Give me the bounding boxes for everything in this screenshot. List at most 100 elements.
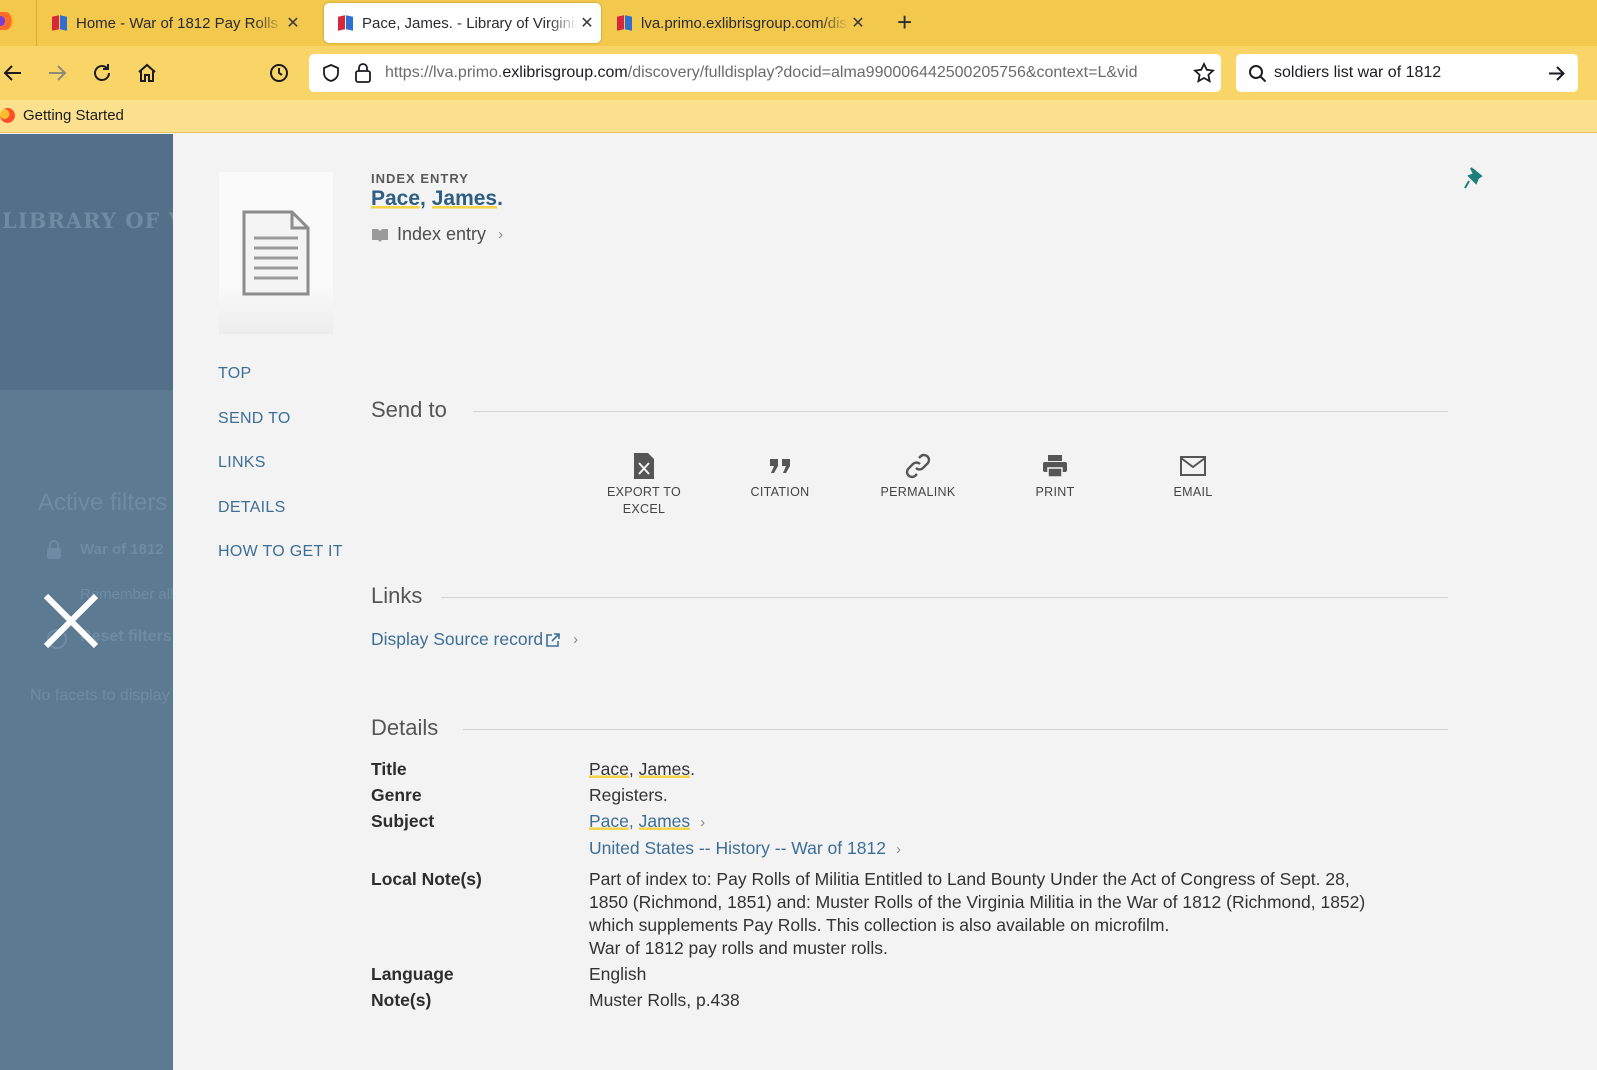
url-path: /discovery/fulldisplay?docid=alma9900064… [627, 64, 1138, 81]
detail-label: Local Note(s) [371, 869, 482, 889]
chevron-right-icon: › [895, 841, 901, 858]
nav-links[interactable]: LINKS [218, 454, 343, 499]
tab-separator [36, 0, 37, 46]
new-tab-button[interactable]: + [897, 8, 912, 36]
url-text[interactable]: https://lva.primo.exlibrisgroup.com/disc… [385, 64, 1180, 82]
bookmark-star-icon[interactable] [1193, 62, 1215, 84]
reload-icon [94, 64, 110, 81]
detail-row-local-notes: Local Note(s) Part of index to: Pay Roll… [371, 868, 1471, 960]
permalink-button[interactable]: PERMALINK [858, 452, 978, 501]
home-icon [138, 63, 156, 82]
resource-type[interactable]: Index entry › [371, 224, 503, 245]
tab-war-of-1812-home[interactable]: Home - War of 1812 Pay Rolls and Muster … [38, 0, 302, 46]
title-last-name: Pace [589, 811, 629, 831]
tab-label: Pace, James. - Library of Virginia [362, 14, 578, 32]
local-note: War of 1812 pay rolls and muster rolls. [589, 938, 888, 958]
close-icon[interactable] [40, 590, 102, 652]
active-filters-heading: Active filters [38, 489, 168, 516]
detail-label: Language [371, 964, 454, 984]
detail-value-language: English [589, 964, 647, 984]
divider [473, 411, 1448, 412]
citation-button[interactable]: CITATION [720, 452, 840, 501]
nav-top[interactable]: TOP [218, 365, 343, 410]
link-icon [905, 453, 931, 479]
pin-icon[interactable] [1463, 166, 1485, 190]
page-overlay[interactable]: LIBRARY OF VIRGINIA Active filters War o… [0, 134, 173, 1070]
lock-icon [47, 540, 61, 559]
title-first-name: James [638, 811, 691, 831]
email-label: EMAIL [1173, 485, 1213, 499]
record-title[interactable]: Pace, James. [371, 187, 503, 211]
permalink-label: PERMALINK [880, 485, 956, 499]
detail-label: Genre [371, 785, 422, 805]
detail-value-subject: Pace, James › United States -- History --… [589, 810, 901, 861]
arrow-right-icon [49, 65, 67, 81]
library-favicon-icon [338, 15, 354, 31]
section-navigation: TOP SEND TO LINKS DETAILS HOW TO GET IT [218, 365, 343, 588]
firefox-icon [0, 108, 15, 123]
details-section-heading: Details [371, 715, 1448, 741]
details-heading: Details [371, 715, 439, 740]
site-banner: LIBRARY OF VIRGINIA [0, 134, 173, 390]
bookmark-label: Getting Started [23, 107, 124, 124]
bookmark-getting-started[interactable]: Getting Started [0, 107, 124, 124]
divider [463, 729, 1448, 730]
subject-link-war-of-1812[interactable]: United States -- History -- War of 1812 › [589, 837, 901, 861]
arrow-left-icon [3, 65, 21, 81]
title-first-name: James [431, 187, 498, 210]
detail-label: Title [371, 759, 407, 779]
history-button[interactable] [266, 60, 292, 86]
email-button[interactable]: EMAIL [1133, 452, 1253, 501]
nav-how-to-get-it[interactable]: HOW TO GET IT [218, 543, 343, 588]
library-logo-text: LIBRARY OF VIRGINIA [2, 208, 173, 233]
tab-pace-james[interactable]: Pace, James. - Library of Virginia ✕ [324, 3, 601, 43]
url-prefix: https://lva.primo. [385, 64, 503, 81]
nav-send-to[interactable]: SEND TO [218, 410, 343, 455]
no-facets-message: No facets to display [30, 687, 170, 704]
tab-bar: Home - War of 1812 Pay Rolls and Muster … [0, 0, 1597, 46]
detail-value-title: Pace, James. [589, 759, 696, 779]
close-icon[interactable]: ✕ [578, 13, 596, 33]
book-icon [372, 228, 388, 242]
lock-icon[interactable] [354, 62, 372, 84]
links-heading: Links [371, 583, 423, 608]
full-record-panel: INDEX ENTRY Pace, James. Index entry › T… [173, 134, 1597, 1070]
subject-label: United States -- History -- War of 1812 [589, 838, 886, 858]
export-to-excel-label: EXPORT TO EXCEL [606, 485, 682, 516]
chevron-right-icon: › [498, 226, 504, 243]
back-button[interactable] [0, 60, 26, 86]
detail-value-local-notes: Part of index to: Pay Rolls of Militia E… [589, 868, 1389, 960]
links-section-heading: Links [371, 583, 1448, 609]
close-icon[interactable]: ✕ [849, 13, 867, 33]
shield-icon[interactable] [321, 63, 341, 83]
firefox-icon[interactable] [0, 12, 14, 30]
printer-icon [1043, 455, 1067, 478]
navigation-toolbar: https://lva.primo.exlibrisgroup.com/disc… [0, 46, 1597, 100]
forward-button[interactable] [44, 60, 70, 86]
tab-lva-primo[interactable]: lva.primo.exlibrisgroup.com/discovery ✕ [603, 0, 867, 46]
print-button[interactable]: PRINT [995, 452, 1115, 501]
search-bar[interactable]: soldiers list war of 1812 [1236, 54, 1578, 92]
chevron-right-icon: › [700, 814, 706, 831]
title-last-name: Pace [371, 187, 421, 210]
nav-details[interactable]: DETAILS [218, 499, 343, 544]
reload-button[interactable] [89, 60, 115, 86]
title-first-name: James [638, 759, 691, 779]
search-input[interactable]: soldiers list war of 1812 [1274, 64, 1441, 82]
detail-row-title: Title Pace, James. [371, 758, 1471, 781]
home-button[interactable] [134, 60, 160, 86]
detail-row-genre: Genre Registers. [371, 784, 1471, 807]
detail-row-language: Language English [371, 963, 1471, 986]
send-to-heading: Send to [371, 397, 447, 422]
subject-link-pace-james[interactable]: Pace, James › [589, 810, 901, 834]
close-icon[interactable]: ✕ [284, 13, 302, 33]
document-icon [242, 210, 310, 296]
display-source-record-link[interactable]: Display Source record › [371, 629, 578, 650]
url-bar[interactable]: https://lva.primo.exlibrisgroup.com/disc… [309, 54, 1221, 92]
go-arrow-icon[interactable] [1546, 63, 1567, 84]
active-filter-item: War of 1812 [80, 541, 164, 558]
excel-icon [634, 453, 654, 479]
export-to-excel-button[interactable]: EXPORT TO EXCEL [584, 452, 704, 518]
search-icon [1249, 65, 1267, 83]
details-table: Title Pace, James. Genre Registers. Subj… [371, 758, 1471, 1012]
